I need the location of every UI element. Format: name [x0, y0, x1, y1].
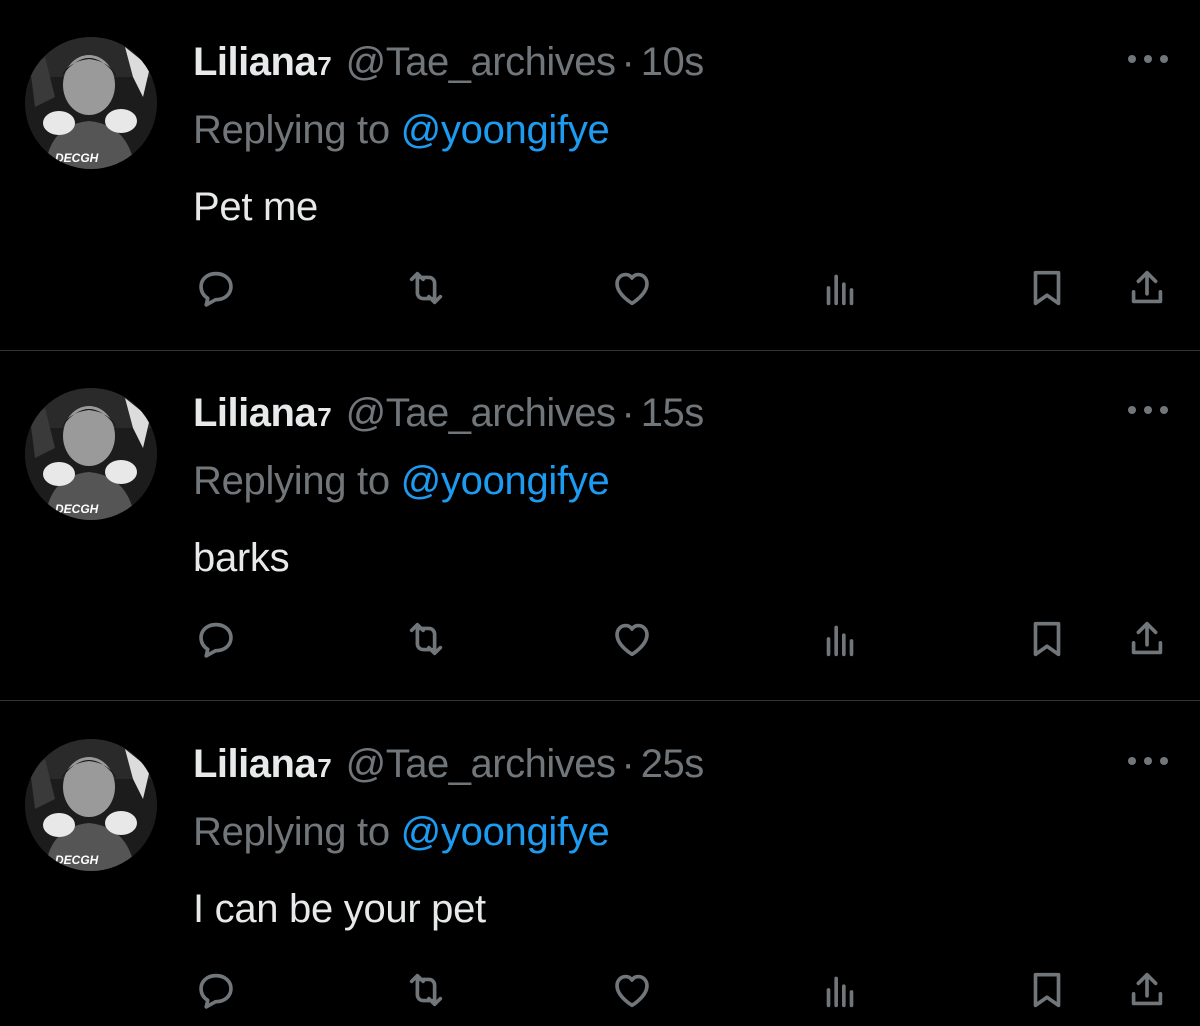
- tweet[interactable]: DECGH Liliana 7 @Tae_archives · 15s Reply…: [0, 351, 1200, 701]
- more-icon[interactable]: [1128, 52, 1168, 66]
- retweet-icon[interactable]: [400, 613, 452, 665]
- mention-link[interactable]: @yoongifye: [401, 810, 610, 854]
- tweet[interactable]: DECGH Liliana 7 @Tae_archives · 25s Reply…: [0, 702, 1200, 1026]
- replying-to: Replying to @yoongifye: [193, 457, 610, 505]
- tweet-header: Liliana 7 @Tae_archives · 25s: [193, 740, 704, 788]
- avatar-caption: DECGH: [55, 151, 99, 165]
- bookmark-icon[interactable]: [1021, 613, 1073, 665]
- separator: ·: [621, 40, 635, 84]
- display-name-suffix: 7: [317, 51, 332, 81]
- reply-icon[interactable]: [190, 613, 242, 665]
- avatar-caption: DECGH: [55, 502, 99, 516]
- timestamp[interactable]: 25s: [641, 740, 705, 788]
- retweet-icon[interactable]: [400, 964, 452, 1016]
- share-icon[interactable]: [1121, 613, 1173, 665]
- replying-to: Replying to @yoongifye: [193, 808, 610, 856]
- display-name[interactable]: Liliana: [193, 740, 317, 788]
- heart-icon[interactable]: [606, 613, 658, 665]
- timestamp[interactable]: 10s: [641, 38, 705, 86]
- separator: ·: [621, 742, 635, 786]
- divider: [0, 700, 1200, 701]
- handle[interactable]: @Tae_archives: [346, 38, 616, 86]
- display-name[interactable]: Liliana: [193, 389, 317, 437]
- timestamp[interactable]: 15s: [641, 389, 705, 437]
- views-icon[interactable]: [814, 964, 866, 1016]
- tweet-header: Liliana 7 @Tae_archives · 15s: [193, 389, 704, 437]
- tweet[interactable]: DECGH Liliana 7 @Tae_archives · 10s Reply…: [0, 0, 1200, 350]
- handle[interactable]: @Tae_archives: [346, 389, 616, 437]
- display-name-suffix: 7: [317, 753, 332, 783]
- more-icon[interactable]: [1128, 754, 1168, 768]
- replying-prefix: Replying to: [193, 459, 401, 503]
- retweet-icon[interactable]: [400, 262, 452, 314]
- avatar[interactable]: DECGH: [25, 388, 157, 520]
- heart-icon[interactable]: [606, 262, 658, 314]
- replying-to: Replying to @yoongifye: [193, 106, 610, 154]
- avatar[interactable]: DECGH: [25, 739, 157, 871]
- tweet-text: Pet me: [193, 185, 318, 229]
- action-bar: [0, 964, 1200, 1016]
- avatar-image: DECGH: [25, 37, 157, 169]
- avatar[interactable]: DECGH: [25, 37, 157, 169]
- separator: ·: [621, 391, 635, 435]
- mention-link[interactable]: @yoongifye: [401, 459, 610, 503]
- mention-link[interactable]: @yoongifye: [401, 108, 610, 152]
- share-icon[interactable]: [1121, 262, 1173, 314]
- reply-icon[interactable]: [190, 964, 242, 1016]
- views-icon[interactable]: [814, 262, 866, 314]
- display-name[interactable]: Liliana: [193, 38, 317, 86]
- action-bar: [0, 613, 1200, 665]
- bookmark-icon[interactable]: [1021, 262, 1073, 314]
- display-name-suffix: 7: [317, 402, 332, 432]
- replying-prefix: Replying to: [193, 810, 401, 854]
- avatar-caption: DECGH: [55, 853, 99, 867]
- heart-icon[interactable]: [606, 964, 658, 1016]
- views-icon[interactable]: [814, 613, 866, 665]
- avatar-image: DECGH: [25, 388, 157, 520]
- reply-icon[interactable]: [190, 262, 242, 314]
- action-bar: [0, 262, 1200, 314]
- tweet-header: Liliana 7 @Tae_archives · 10s: [193, 38, 704, 86]
- more-icon[interactable]: [1128, 403, 1168, 417]
- bookmark-icon[interactable]: [1021, 964, 1073, 1016]
- timeline: DECGH Liliana 7 @Tae_archives · 10s Reply…: [0, 0, 1200, 1026]
- replying-prefix: Replying to: [193, 108, 401, 152]
- tweet-text: barks: [193, 536, 290, 580]
- handle[interactable]: @Tae_archives: [346, 740, 616, 788]
- share-icon[interactable]: [1121, 964, 1173, 1016]
- tweet-text: I can be your pet: [193, 887, 486, 931]
- avatar-image: DECGH: [25, 739, 157, 871]
